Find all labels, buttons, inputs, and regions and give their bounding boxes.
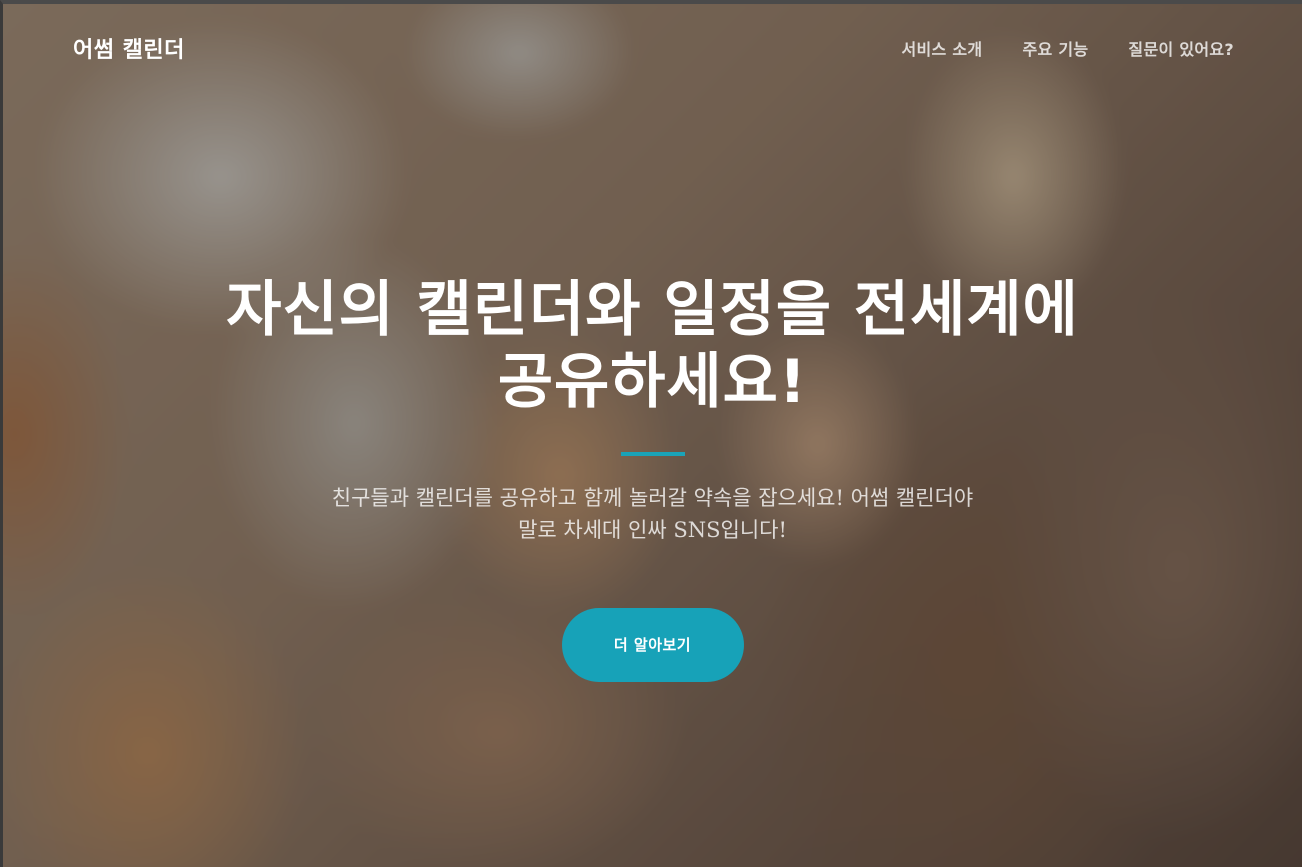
navbar: 어썸 캘린더 서비스 소개 주요 기능 질문이 있어요? xyxy=(3,4,1302,92)
nav-links: 서비스 소개 주요 기능 질문이 있어요? xyxy=(901,36,1234,60)
hero-subtext-line-1: 친구들과 캘린더를 공유하고 함께 놀러갈 약속을 잡으세요! 어썸 캘린더야 xyxy=(331,486,974,510)
page: 어썸 캘린더 서비스 소개 주요 기능 질문이 있어요? 자신의 캘린더와 일정… xyxy=(0,0,1302,867)
nav-link-main-features[interactable]: 주요 기능 xyxy=(1022,36,1088,60)
hero-divider xyxy=(620,452,685,456)
nav-link-faq[interactable]: 질문이 있어요? xyxy=(1128,36,1234,60)
hero-content: 자신의 캘린더와 일정을 전세계에 공유하세요! 친구들과 캘린더를 공유하고 … xyxy=(3,274,1302,682)
hero-subtext-line-2: 말로 차세대 인싸 SNS입니다! xyxy=(518,518,787,542)
learn-more-button[interactable]: 더 알아보기 xyxy=(561,608,744,682)
hero-headline: 자신의 캘린더와 일정을 전세계에 공유하세요! xyxy=(173,274,1133,418)
hero-headline-line-2: 공유하세요! xyxy=(497,347,808,417)
nav-link-service-intro[interactable]: 서비스 소개 xyxy=(901,36,982,60)
hero-subtext: 친구들과 캘린더를 공유하고 함께 놀러갈 약속을 잡으세요! 어썸 캘린더야 … xyxy=(273,482,1033,546)
hero-headline-line-1: 자신의 캘린더와 일정을 전세계에 xyxy=(226,275,1079,345)
brand-logo[interactable]: 어썸 캘린더 xyxy=(73,32,185,64)
